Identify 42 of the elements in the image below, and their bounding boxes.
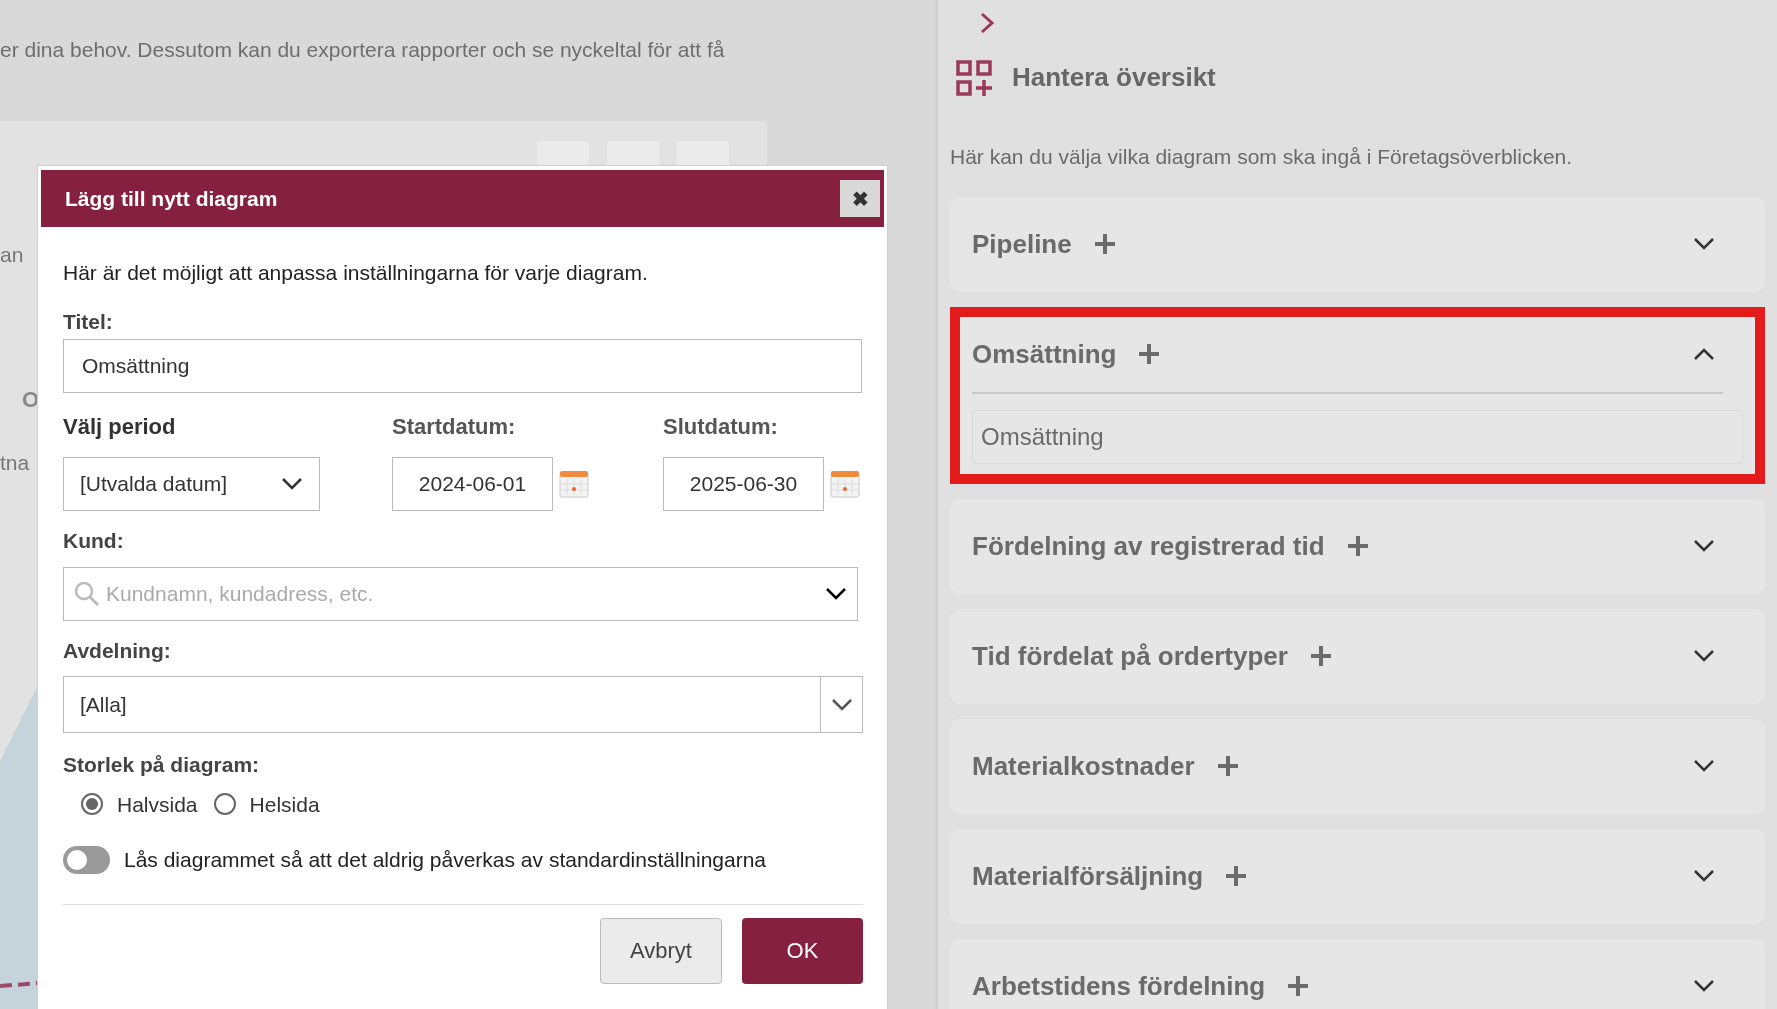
- intro-text: er dina behov. Dessutom kan du exportera rapporter och se nyckeltal för att få: [0, 37, 725, 63]
- customer-search-input[interactable]: Kundnamn, kundadress, etc.: [106, 577, 819, 610]
- accordion-title: Arbetstidens fördelning: [972, 969, 1266, 1003]
- department-select[interactable]: [Alla]: [63, 676, 863, 733]
- ok-button[interactable]: OK: [742, 917, 863, 984]
- field-label: Startdatum:: [392, 413, 517, 441]
- field-label: Avdelning:: [63, 637, 172, 664]
- accordion-item[interactable]: Materialförsäljning: [950, 828, 1765, 924]
- accordion-title: Fördelning av registrerad tid: [972, 529, 1325, 563]
- period-select[interactable]: [Utvalda datum]: [63, 457, 320, 511]
- accordion-item[interactable]: Pipeline: [950, 196, 1765, 292]
- accordion-title: Materialkostnader: [972, 749, 1195, 783]
- accordion-title: Pipeline: [972, 227, 1072, 261]
- accordion-title: Materialförsäljning: [972, 859, 1204, 893]
- accordion-item[interactable]: Materialkostnader: [950, 718, 1765, 814]
- chart-option[interactable]: Omsättning: [972, 409, 1743, 464]
- radio-label: Halvsida: [117, 791, 198, 818]
- field-label: Kund:: [63, 528, 125, 554]
- accordion-item[interactable]: Tid fördelat på ordertyper: [950, 608, 1765, 704]
- field-label: Slutdatum:: [663, 413, 779, 441]
- end-date-input[interactable]: 2025-06-30: [663, 457, 824, 511]
- cancel-button[interactable]: Avbryt: [600, 917, 722, 984]
- customer-search-field[interactable]: Kundnamn, kundadress, etc.: [63, 566, 858, 621]
- radio-label: Helsida: [249, 791, 320, 818]
- accordion-item[interactable]: Omsättning Omsättning: [950, 306, 1765, 484]
- accordion-title: Tid fördelat på ordertyper: [972, 639, 1288, 673]
- accordion-item[interactable]: Fördelning av registrerad tid: [950, 498, 1765, 594]
- field-label: Titel:: [63, 308, 114, 335]
- card-text: tna: [0, 450, 30, 476]
- card-text: an: [0, 242, 24, 268]
- field-label: Välj period: [63, 413, 177, 441]
- field-label: Storlek på diagram:: [63, 752, 261, 778]
- dialog-title: Lägg till nytt diagram: [65, 185, 278, 212]
- toggle-label: Lås diagrammet så att det aldrig påverkas av standardinställningarna: [124, 847, 767, 873]
- panel-description: Här kan du välja vilka diagram som ska ingå i Företagsöverblicken.: [950, 144, 1574, 170]
- panel-title: Hantera översikt: [1012, 61, 1216, 94]
- title-input[interactable]: Omsättning: [63, 339, 862, 393]
- accordion-title: Omsättning: [972, 337, 1117, 371]
- accordion-item[interactable]: Arbetstidens fördelning: [950, 938, 1765, 1009]
- dialog-intro: Här är det möjligt att anpassa inställningarna för varje diagram.: [63, 260, 649, 286]
- start-date-input[interactable]: 2024-06-01: [392, 457, 553, 511]
- close-button[interactable]: ✖: [840, 180, 880, 217]
